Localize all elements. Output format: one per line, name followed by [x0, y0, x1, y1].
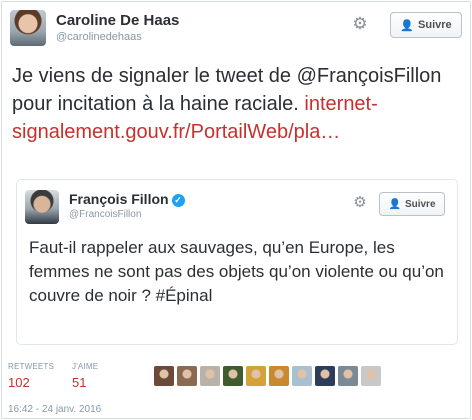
- liker-avatar[interactable]: [338, 366, 358, 386]
- gear-icon[interactable]: ⚙: [350, 14, 370, 34]
- likes-label: J'AIME: [72, 362, 99, 371]
- liker-avatar[interactable]: [200, 366, 220, 386]
- liker-avatar[interactable]: [223, 366, 243, 386]
- liker-avatar[interactable]: [269, 366, 289, 386]
- retweets-count: 102: [8, 375, 30, 390]
- follow-button[interactable]: 👤 Suivre: [390, 12, 462, 38]
- tweet-text: Je viens de signaler le tweet de @Franço…: [12, 62, 462, 146]
- follow-button-label: Suivre: [418, 19, 452, 31]
- quoted-author-name[interactable]: François Fillon ✓: [69, 191, 185, 207]
- quoted-follow-label: Suivre: [404, 198, 436, 210]
- liker-avatar[interactable]: [361, 366, 381, 386]
- liker-avatar[interactable]: [154, 366, 174, 386]
- author-handle[interactable]: @carolinedehaas: [56, 31, 142, 43]
- tweet-card: Caroline De Haas @carolinedehaas ⚙ 👤 Sui…: [1, 1, 471, 419]
- liker-avatars: [154, 366, 381, 386]
- retweets-stat[interactable]: RETWEETS 102: [8, 362, 54, 390]
- quoted-gear-icon[interactable]: ⚙: [351, 194, 369, 212]
- liker-avatar[interactable]: [292, 366, 312, 386]
- likes-stat[interactable]: J'AIME 51: [72, 362, 98, 390]
- quoted-avatar[interactable]: [25, 190, 59, 224]
- liker-avatar[interactable]: [246, 366, 266, 386]
- timestamp[interactable]: 16:42 - 24 janv. 2016: [8, 404, 101, 415]
- liker-avatar[interactable]: [177, 366, 197, 386]
- quoted-add-user-icon: 👤: [388, 198, 401, 210]
- quoted-author-name-text: François Fillon: [69, 191, 169, 207]
- likes-count: 51: [72, 375, 87, 390]
- quoted-text: Faut-il rappeler aux sauvages, qu’en Eur…: [29, 238, 444, 305]
- quoted-follow-button[interactable]: 👤 Suivre: [379, 192, 445, 216]
- quoted-author-handle[interactable]: @FrancoisFillon: [69, 209, 141, 220]
- avatar[interactable]: [10, 10, 46, 46]
- liker-avatar[interactable]: [315, 366, 335, 386]
- tweet-stats: RETWEETS 102 J'AIME 51: [8, 362, 462, 396]
- quoted-tweet[interactable]: François Fillon ✓ @FrancoisFillon ⚙ 👤 Sui…: [16, 179, 458, 345]
- retweets-label: RETWEETS: [8, 362, 55, 371]
- tweet-header: Caroline De Haas @carolinedehaas ⚙ 👤 Sui…: [10, 10, 462, 46]
- add-user-icon: 👤: [400, 19, 415, 32]
- author-name[interactable]: Caroline De Haas: [56, 12, 179, 29]
- verified-icon: ✓: [171, 194, 185, 207]
